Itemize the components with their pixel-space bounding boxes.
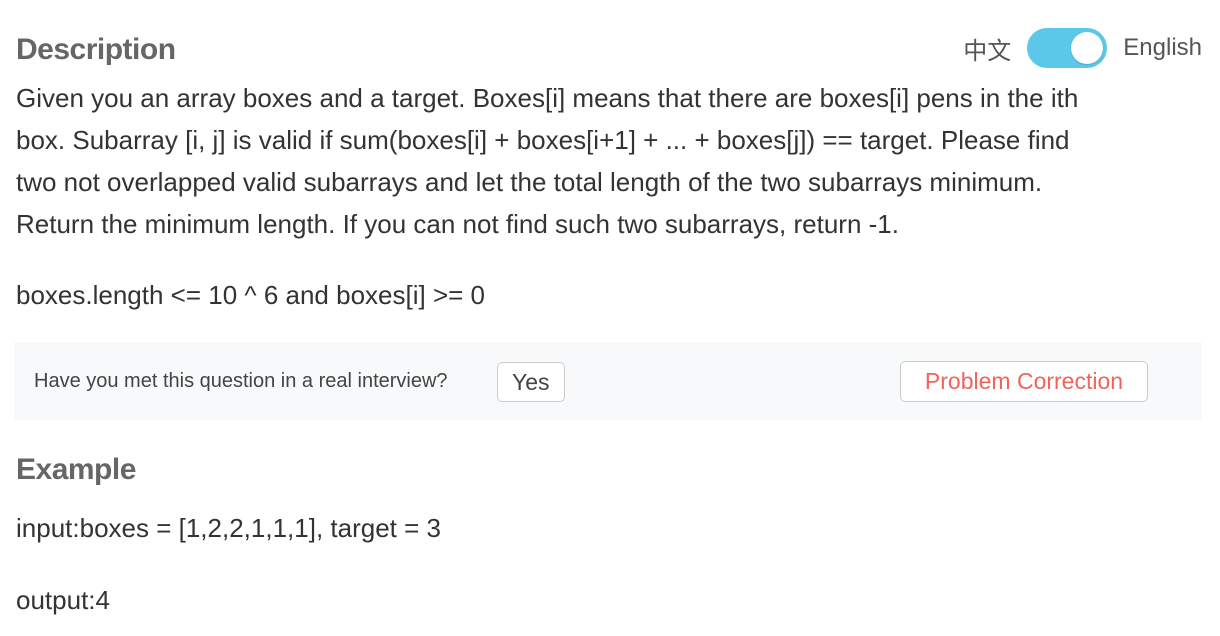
description-line: Given you an array boxes and a target. B… — [16, 83, 1079, 113]
description-text: Given you an array boxes and a target. B… — [16, 77, 1201, 245]
feedback-bar: Have you met this question in a real int… — [14, 342, 1202, 420]
description-line: box. Subarray [i, j] is valid if sum(box… — [16, 125, 1070, 155]
constraint-text: boxes.length <= 10 ^ 6 and boxes[i] >= 0 — [16, 280, 485, 310]
description-line: Return the minimum length. If you can no… — [16, 209, 899, 239]
interview-question-text: Have you met this question in a real int… — [34, 370, 448, 392]
lang-zh-label[interactable]: 中文 — [963, 31, 1011, 66]
example-input: input:boxes = [1,2,2,1,1,1], target = 3 — [16, 513, 441, 543]
lang-en-label[interactable]: English — [1123, 34, 1202, 62]
yes-button[interactable]: Yes — [497, 362, 565, 402]
description-title: Description — [16, 33, 176, 66]
toggle-knob — [1071, 32, 1104, 64]
example-output: output:4 — [16, 585, 110, 615]
problem-correction-button[interactable]: Problem Correction — [900, 361, 1148, 402]
example-title: Example — [16, 453, 136, 486]
language-switch: 中文 English — [963, 28, 1202, 68]
language-toggle[interactable] — [1027, 28, 1108, 68]
description-line: two not overlapped valid subarrays and l… — [16, 167, 1043, 197]
